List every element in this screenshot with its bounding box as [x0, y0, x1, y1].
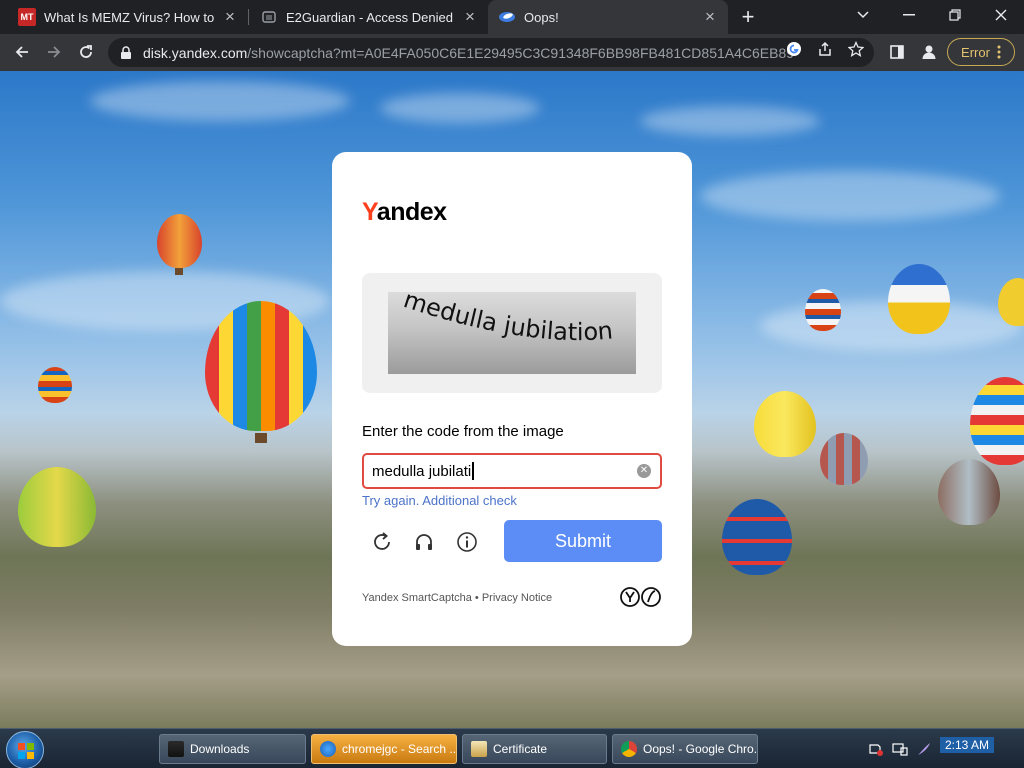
captcha-card: Yandex medulla jubilation Enter the code… [332, 152, 692, 646]
balloon-basket [175, 268, 183, 275]
hot-air-balloon [820, 433, 868, 485]
tab-separator [248, 9, 249, 25]
captcha-footer[interactable]: Yandex SmartCaptcha • Privacy Notice [362, 592, 552, 604]
hot-air-balloon [888, 264, 950, 334]
system-clock[interactable]: 2:13 AM [940, 737, 994, 753]
svg-text:medulla jubilation: medulla jubilation [400, 292, 614, 346]
action-center-icon[interactable] [866, 729, 886, 768]
cloud [700, 171, 1000, 221]
taskbar-item-downloads[interactable]: Downloads [159, 734, 306, 764]
clear-input-icon[interactable]: ✕ [637, 464, 651, 478]
cloud [380, 93, 540, 123]
cloud [640, 106, 820, 136]
tab-e2guardian[interactable]: E2Guardian - Access Denied × [250, 0, 488, 34]
profile-avatar-icon[interactable] [915, 38, 943, 66]
hot-air-balloon [18, 467, 96, 547]
audio-captcha-button[interactable] [410, 528, 438, 556]
url-host: disk.yandex.com [143, 44, 248, 61]
browser-toolbar: disk.yandex.com/showcaptcha?mt=A0E4FA050… [0, 34, 1024, 71]
tab-title: E2Guardian - Access Denied [286, 9, 453, 25]
restore-button[interactable] [932, 0, 978, 30]
captcha-image: medulla jubilation [388, 292, 636, 374]
balloon-basket [255, 433, 267, 443]
taskbar-item-search[interactable]: chromejgc - Search ... [311, 734, 457, 764]
smartcaptcha-logo-icon [620, 586, 662, 608]
captcha-image-container: medulla jubilation [362, 273, 662, 393]
hot-air-balloon [805, 289, 841, 331]
tab-oops[interactable]: Oops! × [488, 0, 728, 34]
side-panel-icon[interactable] [883, 38, 911, 66]
folder-icon [168, 741, 184, 757]
windows-taskbar: Downloads chromejgc - Search ... Certifi… [0, 728, 1024, 768]
close-icon[interactable]: × [702, 7, 718, 27]
info-button[interactable] [453, 528, 481, 556]
text-cursor [472, 462, 475, 480]
address-bar[interactable]: disk.yandex.com/showcaptcha?mt=A0E4FA050… [108, 38, 874, 67]
tab-strip: MT What Is MEMZ Virus? How to Rem × E2Gu… [0, 0, 1024, 34]
lock-icon[interactable] [118, 45, 134, 61]
start-button[interactable] [6, 731, 44, 768]
submit-button[interactable]: Submit [504, 520, 662, 562]
mt-logo-icon: MT [18, 8, 36, 26]
error-label: Error [961, 44, 990, 60]
captcha-input[interactable]: medulla jubilati ✕ [362, 453, 662, 489]
e2guardian-icon [260, 8, 278, 26]
tab-title: Oops! [524, 9, 559, 25]
hot-air-balloon [938, 459, 1000, 525]
hot-air-balloon [38, 367, 72, 403]
google-lens-icon[interactable] [784, 39, 804, 59]
refresh-captcha-button[interactable] [368, 528, 396, 556]
back-button[interactable] [8, 38, 36, 66]
more-menu-icon [997, 45, 1001, 59]
taskbar-item-chrome[interactable]: Oops! - Google Chro... [612, 734, 758, 764]
share-icon[interactable] [815, 39, 835, 59]
pen-feather-icon[interactable] [914, 729, 934, 768]
tab-title: What Is MEMZ Virus? How to Rem [44, 9, 216, 25]
hot-air-balloon [205, 301, 317, 431]
tab-memz[interactable]: MT What Is MEMZ Virus? How to Rem × [8, 0, 248, 34]
minimize-button[interactable] [886, 0, 932, 30]
url-path: /showcaptcha?mt=A0E4FA050C6E1E29495C3C91… [247, 44, 793, 61]
chrome-icon [621, 741, 637, 757]
windows-logo-icon [18, 743, 34, 759]
captcha-input-value: medulla jubilati [372, 462, 472, 480]
close-icon[interactable]: × [462, 7, 478, 27]
captcha-text: medulla jubilation [400, 292, 614, 346]
network-icon[interactable] [890, 729, 910, 768]
hot-air-balloon [998, 278, 1024, 326]
error-button[interactable]: Error [947, 38, 1015, 66]
certificate-icon [471, 741, 487, 757]
reload-button[interactable] [72, 38, 100, 66]
cloud [90, 81, 350, 121]
yandex-logo: Yandex [362, 198, 447, 226]
yandex-disk-icon [498, 8, 516, 26]
forward-button[interactable] [40, 38, 68, 66]
hot-air-balloon [722, 499, 792, 575]
close-window-button[interactable] [978, 0, 1024, 30]
tab-search-icon[interactable] [840, 0, 886, 30]
url-text: disk.yandex.com/showcaptcha?mt=A0E4FA050… [143, 45, 793, 61]
captcha-prompt: Enter the code from the image [362, 423, 564, 440]
bookmark-star-icon[interactable] [846, 39, 866, 59]
new-tab-button[interactable]: + [736, 4, 760, 30]
taskbar-item-certificate[interactable]: Certificate [462, 734, 607, 764]
hot-air-balloon [157, 214, 202, 268]
hot-air-balloon [754, 391, 816, 457]
hot-air-balloon [970, 377, 1024, 465]
search-icon [320, 741, 336, 757]
retry-message: Try again. Additional check [362, 493, 517, 508]
close-icon[interactable]: × [222, 7, 238, 27]
